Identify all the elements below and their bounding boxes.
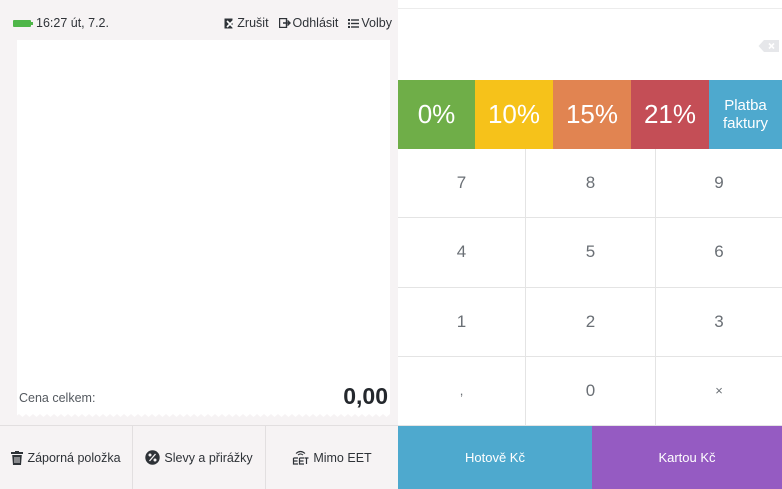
- backspace-icon[interactable]: [758, 39, 780, 53]
- outside-eet-label: Mimo EET: [313, 450, 372, 465]
- key-multiply[interactable]: ×: [656, 357, 782, 426]
- total-label: Cena celkem:: [19, 391, 96, 405]
- negative-item-label: Záporná položka: [27, 450, 121, 465]
- key-8[interactable]: 8: [526, 149, 656, 219]
- receipt-tear-edge: [17, 412, 390, 417]
- logout-icon: [278, 18, 291, 28]
- options-label: Volby: [361, 16, 392, 30]
- clock: 16:27 út, 7.2.: [36, 16, 109, 30]
- key-0[interactable]: 0: [526, 356, 656, 426]
- vat-15-button[interactable]: 15%: [553, 80, 631, 149]
- key-5[interactable]: 5: [526, 218, 656, 288]
- cancel-label: Zrušit: [237, 16, 269, 30]
- key-1[interactable]: 1: [398, 287, 526, 357]
- receipt-area: Cena celkem: 0,00: [17, 40, 390, 413]
- logout-label: Odhlásit: [292, 16, 339, 30]
- vat-0-button[interactable]: 0%: [398, 80, 475, 149]
- cancel-button[interactable]: Zrušit: [224, 16, 269, 30]
- trash-icon: [11, 450, 24, 465]
- eet-icon: [293, 450, 309, 465]
- total-value: 0,00: [343, 383, 388, 409]
- pay-card-button[interactable]: Kartou Kč: [592, 426, 782, 489]
- key-2[interactable]: 2: [526, 287, 656, 357]
- battery-icon: [13, 19, 33, 27]
- discounts-label: Slevy a přirážky: [164, 450, 253, 465]
- payment-row: Hotově Kč Kartou Kč: [398, 426, 782, 489]
- key-3[interactable]: 3: [656, 288, 782, 357]
- vat-21-button[interactable]: 21%: [631, 80, 709, 149]
- key-decimal-comma[interactable]: ,: [398, 356, 526, 426]
- vat-rate-row: 0% 10% 15% 21% Platba faktury: [398, 80, 782, 149]
- receipt-panel: 16:27 út, 7.2. Zrušit Odhlásit Volby Cen…: [0, 0, 398, 489]
- bottom-actions: Záporná položka Slevy a přirážky Mimo EE…: [0, 425, 398, 489]
- amount-display: [398, 8, 782, 80]
- negative-item-button[interactable]: Záporná položka: [0, 426, 132, 489]
- percent-badge-icon: [145, 450, 161, 465]
- key-9[interactable]: 9: [656, 149, 782, 219]
- key-4[interactable]: 4: [398, 218, 526, 288]
- logout-button[interactable]: Odhlásit: [278, 16, 339, 30]
- invoice-payment-label-line2: faktury: [722, 114, 768, 132]
- invoice-payment-label-line1: Platba: [724, 96, 767, 114]
- key-7[interactable]: 7: [398, 149, 526, 219]
- numeric-keypad: 7 8 9 4 5 6 1 2 3 , 0 ×: [398, 149, 782, 426]
- options-button[interactable]: Volby: [348, 16, 392, 30]
- cancel-receipt-icon: [224, 18, 234, 28]
- vat-10-button[interactable]: 10%: [475, 80, 553, 149]
- invoice-payment-button[interactable]: Platba faktury: [709, 80, 782, 149]
- menu-list-icon: [348, 18, 360, 28]
- keypad-panel: 0% 10% 15% 21% Platba faktury 7 8 9 4 5 …: [398, 0, 782, 489]
- discounts-button[interactable]: Slevy a přirážky: [132, 426, 265, 489]
- key-6[interactable]: 6: [656, 218, 782, 288]
- pay-cash-button[interactable]: Hotově Kč: [398, 426, 592, 489]
- top-actions: Zrušit Odhlásit Volby: [224, 16, 392, 30]
- outside-eet-button[interactable]: Mimo EET: [265, 426, 398, 489]
- status-bar: 16:27 út, 7.2. Zrušit Odhlásit Volby: [0, 8, 398, 38]
